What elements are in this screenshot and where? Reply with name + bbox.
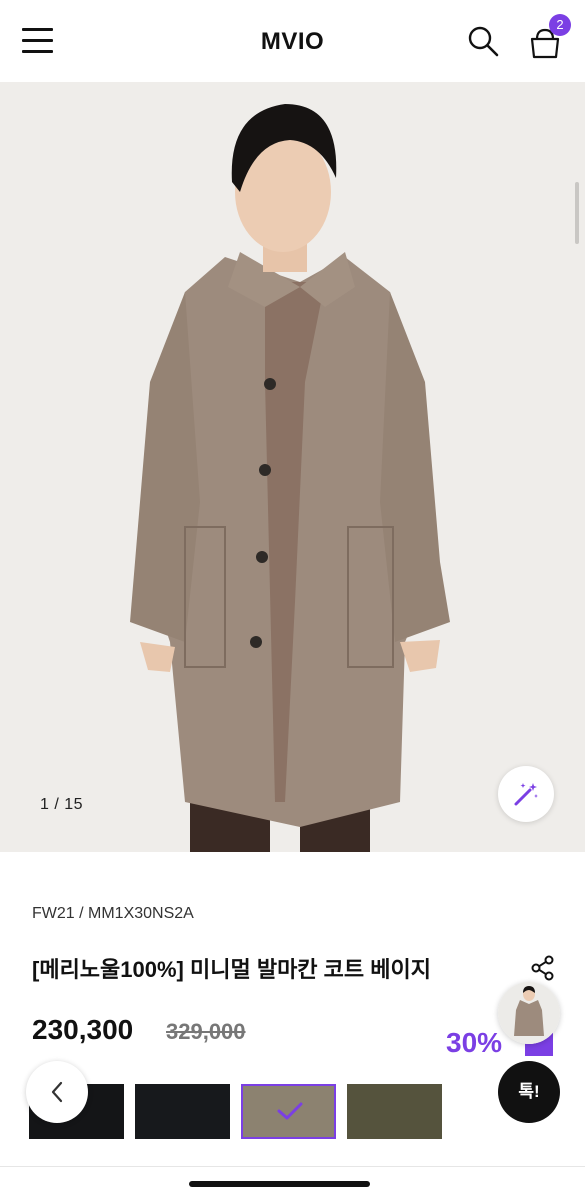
- divider: [0, 1166, 585, 1167]
- chevron-left-icon[interactable]: [26, 1061, 88, 1123]
- top-header: MVIO 2: [0, 0, 585, 82]
- season-code: FW21 / MM1X30NS2A: [32, 905, 194, 922]
- search-icon[interactable]: [466, 24, 500, 58]
- color-swatch-navy[interactable]: [135, 1084, 230, 1139]
- coat-model-photo: [0, 82, 585, 852]
- product-image[interactable]: [0, 82, 585, 852]
- sale-price: 230,300: [32, 1014, 134, 1045]
- share-icon[interactable]: [530, 955, 556, 981]
- image-counter: 1 / 15: [40, 796, 84, 813]
- magic-wand-icon[interactable]: [498, 766, 554, 822]
- home-indicator[interactable]: [189, 1181, 370, 1187]
- check-icon: [277, 1102, 303, 1120]
- original-price: 329,000: [166, 1019, 246, 1044]
- product-title: [메리노울100%] 미니멀 발마칸 코트 베이지: [32, 957, 431, 982]
- color-swatch-khaki[interactable]: [347, 1084, 442, 1139]
- color-swatch-beige-selected[interactable]: [241, 1084, 336, 1139]
- recent-product-thumbnail[interactable]: [498, 982, 560, 1044]
- page-scrollbar[interactable]: [575, 182, 579, 244]
- discount-rate: 30%: [446, 1027, 503, 1058]
- talk-chat-button[interactable]: 톡!: [498, 1061, 560, 1123]
- cart-count-badge: 2: [549, 14, 571, 36]
